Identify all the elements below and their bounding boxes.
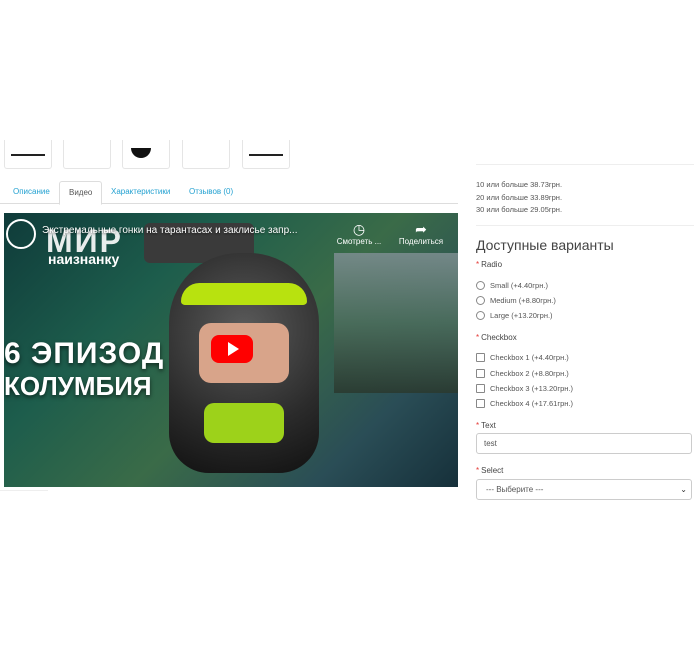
video-overlay-country: КОЛУМБИЯ <box>4 371 152 401</box>
text-input[interactable]: test <box>476 433 692 454</box>
video-title[interactable]: Экстремальные гонки на тарантасах и закл… <box>42 225 298 236</box>
thumbnail-strip <box>0 140 300 170</box>
checkbox[interactable] <box>476 353 485 362</box>
thumbnail-1[interactable] <box>4 140 52 169</box>
radio-label-text: Radio <box>481 260 503 269</box>
radio-option-label: Large (+13.20грн.) <box>490 311 553 320</box>
share-arrow-icon: ➦ <box>415 221 427 237</box>
share-label: Поделиться <box>398 237 444 246</box>
watch-later-button[interactable]: ◷ Смотреть ... <box>334 221 384 246</box>
thumbnail-3[interactable] <box>122 140 170 169</box>
video-overlay-episode: 6 ЭПИЗОД <box>4 337 165 370</box>
radio-button[interactable] <box>476 296 485 305</box>
thumbnail-5-image <box>249 154 283 156</box>
tab-description[interactable]: Описание <box>4 181 59 203</box>
radio-option-label: Medium (+8.80грн.) <box>490 296 556 305</box>
divider-middle <box>476 225 694 226</box>
radio-group-label: * Radio <box>476 260 502 269</box>
youtube-video-embed[interactable]: МИР наизнанку 6 ЭПИЗОД КОЛУМБИЯ Экстрема… <box>4 213 458 487</box>
select-dropdown[interactable]: --- Выберите --- ⌄ <box>476 479 692 500</box>
thumbnail-4[interactable] <box>182 140 230 169</box>
required-asterisk: * <box>476 421 480 430</box>
chevron-down-icon: ⌄ <box>680 485 687 494</box>
product-tabs: Описание Видео Характеристики Отзывов (0… <box>0 181 458 205</box>
checkbox-label-text: Checkbox <box>481 333 517 342</box>
tab-specifications[interactable]: Характеристики <box>102 181 179 203</box>
thumbnail-1-image <box>11 154 45 156</box>
select-field-label: * Select <box>476 466 503 475</box>
checkbox-option-4[interactable]: Checkbox 4 (+17.61грн.) <box>476 399 573 408</box>
video-background-crowd <box>334 253 458 393</box>
radio-option-medium[interactable]: Medium (+8.80грн.) <box>476 296 556 305</box>
discount-line-1: 10 или больше 38.73грн. <box>476 180 563 189</box>
checkbox-option-label: Checkbox 4 (+17.61грн.) <box>490 399 573 408</box>
helmet-image <box>169 253 319 473</box>
checkbox-option-label: Checkbox 1 (+4.40грн.) <box>490 353 569 362</box>
thumbnail-5[interactable] <box>242 140 290 169</box>
tab-reviews[interactable]: Отзывов (0) <box>180 181 242 203</box>
divider-top <box>476 164 694 165</box>
play-button-icon[interactable] <box>211 335 253 363</box>
radio-option-label: Small (+4.40грн.) <box>490 281 548 290</box>
text-field-label: * Text <box>476 421 496 430</box>
select-value: --- Выберите --- <box>486 485 544 494</box>
select-label-text: Select <box>481 466 504 475</box>
discount-line-2: 20 или больше 33.89грн. <box>476 193 563 202</box>
share-button[interactable]: ➦ Поделиться <box>396 221 446 246</box>
checkbox-group-label: * Checkbox <box>476 333 517 342</box>
thumbnail-3-image <box>131 148 151 158</box>
checkbox-option-3[interactable]: Checkbox 3 (+13.20грн.) <box>476 384 573 393</box>
clock-icon: ◷ <box>352 221 366 237</box>
watch-later-label: Смотреть ... <box>336 237 382 246</box>
checkbox-option-2[interactable]: Checkbox 2 (+8.80грн.) <box>476 369 569 378</box>
checkbox[interactable] <box>476 369 485 378</box>
divider <box>0 490 48 491</box>
checkbox[interactable] <box>476 384 485 393</box>
required-asterisk: * <box>476 260 480 269</box>
text-label-text: Text <box>481 421 496 430</box>
thumbnail-2[interactable] <box>63 140 111 169</box>
radio-option-small[interactable]: Small (+4.40грн.) <box>476 281 548 290</box>
checkbox-option-label: Checkbox 3 (+13.20грн.) <box>490 384 573 393</box>
checkbox-option-1[interactable]: Checkbox 1 (+4.40грн.) <box>476 353 569 362</box>
radio-button[interactable] <box>476 281 485 290</box>
helmet-chin-guard <box>204 403 284 443</box>
tab-video[interactable]: Видео <box>59 181 103 205</box>
channel-logo-subtitle: наизнанку <box>48 251 120 267</box>
required-asterisk: * <box>476 466 480 475</box>
required-asterisk: * <box>476 333 480 342</box>
helmet-stripe <box>181 283 307 305</box>
checkbox-option-label: Checkbox 2 (+8.80грн.) <box>490 369 569 378</box>
checkbox[interactable] <box>476 399 485 408</box>
radio-option-large[interactable]: Large (+13.20грн.) <box>476 311 553 320</box>
options-title: Доступные варианты <box>476 237 614 253</box>
radio-button[interactable] <box>476 311 485 320</box>
channel-avatar-icon[interactable] <box>6 219 36 249</box>
discount-line-3: 30 или больше 29.05грн. <box>476 205 563 214</box>
